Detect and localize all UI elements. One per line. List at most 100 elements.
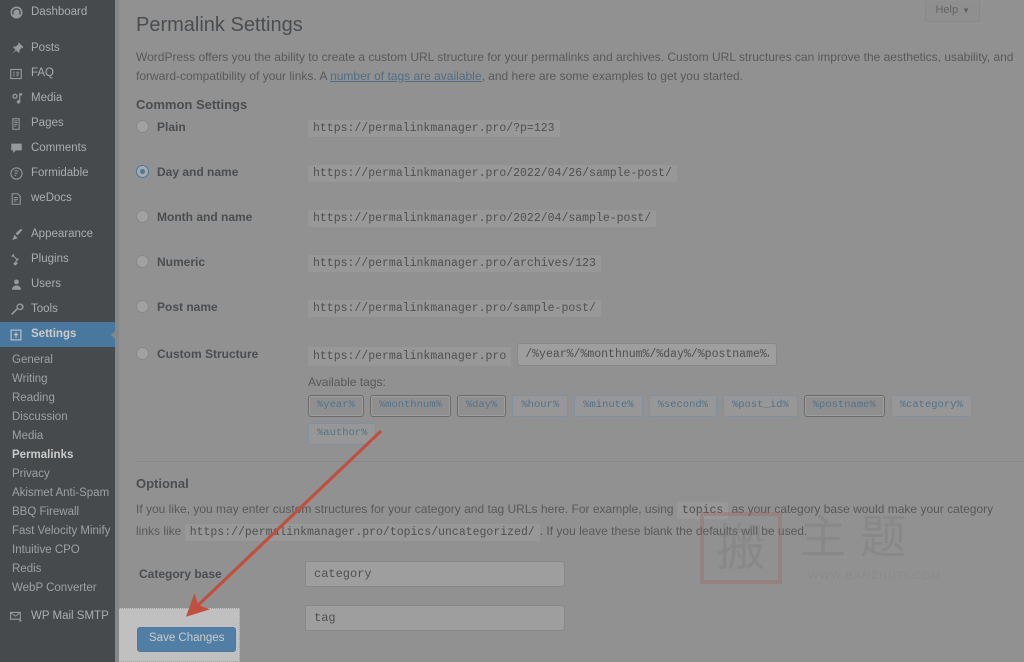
admin-sidebar: Dashboard Posts FAQ Media Pages Comments… [0, 0, 119, 662]
save-panel: Save Changes [119, 608, 240, 662]
sidebar-item-tools[interactable]: Tools [0, 297, 119, 322]
radio-month-and-name[interactable] [136, 210, 149, 224]
submenu-item-media[interactable]: Media [0, 426, 119, 445]
option-url-numeric: https://permalinkmanager.pro/archives/12… [308, 255, 601, 273]
radio-custom-structure[interactable] [136, 347, 149, 361]
sidebar-item-label: Settings [31, 327, 77, 340]
sidebar-item-label: WP Mail SMTP [31, 609, 109, 622]
intro-text-part2: , and here are some examples to get you … [481, 68, 743, 83]
media-icon [7, 91, 25, 107]
radio-plain[interactable] [136, 120, 149, 134]
optional-code-topics: topics [676, 502, 729, 520]
tag-button-monthnum[interactable]: %monthnum% [369, 395, 451, 418]
table-row[interactable]: Day and name https://permalinkmanager.pr… [136, 163, 1024, 208]
plugin-icon [7, 252, 25, 268]
sidebar-item-users[interactable]: Users [0, 272, 119, 297]
option-label-post-name: Post name [157, 300, 218, 315]
sidebar-item-label: weDocs [31, 191, 72, 204]
radio-post-name[interactable] [136, 300, 149, 314]
category-base-input[interactable] [305, 560, 565, 587]
submenu-item-webp-converter[interactable]: WebP Converter [0, 578, 119, 597]
table-row[interactable]: Numeric https://permalinkmanager.pro/arc… [136, 253, 1024, 298]
submenu-item-reading[interactable]: Reading [0, 388, 119, 407]
tag-button-hour[interactable]: %hour% [512, 395, 569, 418]
chevron-down-icon: ▼ [962, 6, 970, 15]
tag-button-minute[interactable]: %minute% [574, 395, 643, 418]
submenu-item-writing[interactable]: Writing [0, 369, 119, 388]
sidebar-item-dashboard[interactable]: Dashboard [0, 0, 119, 25]
tag-button-second[interactable]: %second% [648, 395, 717, 418]
submenu-item-redis[interactable]: Redis [0, 559, 119, 578]
optional-heading: Optional [136, 476, 189, 492]
sidebar-item-label: Pages [31, 116, 64, 129]
comments-icon [7, 141, 25, 157]
sidebar-separator [0, 211, 119, 222]
radio-numeric[interactable] [136, 255, 149, 269]
sidebar-item-wp-mail-smtp[interactable]: WP Mail SMTP [0, 604, 119, 629]
settings-submenu: General Writing Reading Discussion Media… [0, 347, 119, 601]
dashboard-icon [7, 5, 25, 21]
sidebar-item-posts[interactable]: Posts [0, 36, 119, 61]
sidebar-item-label: Formidable [31, 166, 89, 179]
tag-button-category[interactable]: %category% [890, 395, 972, 418]
sidebar-item-label: Comments [31, 141, 87, 154]
sidebar-item-media[interactable]: Media [0, 86, 119, 111]
sidebar-edge [115, 0, 119, 662]
help-button[interactable]: Help ▼ [925, 1, 980, 22]
submenu-item-akismet[interactable]: Akismet Anti-Spam [0, 483, 119, 502]
sidebar-item-comments[interactable]: Comments [0, 136, 119, 161]
tag-button-post-id[interactable]: %post_id% [723, 395, 798, 418]
sidebar-item-faq[interactable]: FAQ [0, 61, 119, 86]
sidebar-item-formidable[interactable]: Formidable [0, 161, 119, 186]
sidebar-item-pages[interactable]: Pages [0, 111, 119, 136]
section-divider [136, 461, 1024, 463]
wrench-icon [7, 302, 25, 318]
sidebar-item-label: Posts [31, 41, 60, 54]
common-settings-heading: Common Settings [136, 97, 248, 113]
available-tags-label: Available tags: [308, 375, 386, 390]
sidebar-separator [0, 25, 119, 36]
custom-structure-input[interactable] [517, 343, 778, 367]
tag-button-day[interactable]: %day% [456, 395, 507, 418]
sidebar-item-label: Plugins [31, 252, 69, 265]
intro-paragraph: WordPress offers you the ability to crea… [136, 48, 1016, 85]
sidebar-item-plugins[interactable]: Plugins [0, 247, 119, 272]
option-label-plain: Plain [157, 120, 186, 135]
pin-icon [7, 41, 25, 57]
tag-button-year[interactable]: %year% [308, 395, 364, 418]
custom-structure-prefix: https://permalinkmanager.pro [308, 346, 512, 366]
submenu-item-privacy[interactable]: Privacy [0, 464, 119, 483]
permalink-options-table: Plain https://permalinkmanager.pro/?p=12… [136, 118, 1024, 446]
optional-desc-part3: . If you leave these blank the defaults … [539, 523, 808, 538]
submenu-item-fast-velocity-minify[interactable]: Fast Velocity Minify [0, 521, 119, 540]
category-base-label: Category base [139, 566, 222, 581]
sidebar-item-label: Dashboard [31, 5, 88, 18]
radio-day-and-name[interactable] [136, 165, 149, 179]
optional-description: If you like, you may enter custom struct… [136, 499, 1016, 542]
table-row[interactable]: Post name https://permalinkmanager.pro/s… [136, 298, 1024, 343]
table-row[interactable]: Plain https://permalinkmanager.pro/?p=12… [136, 118, 1024, 163]
submenu-item-bbq-firewall[interactable]: BBQ Firewall [0, 502, 119, 521]
sidebar-item-label: Users [31, 277, 62, 290]
sidebar-item-wedocs[interactable]: weDocs [0, 186, 119, 211]
available-tags-link[interactable]: number of tags are available [330, 69, 481, 83]
main-content: Help ▼ Permalink Settings WordPress offer… [123, 0, 1024, 662]
sidebar-item-settings[interactable]: Settings [0, 322, 119, 347]
save-changes-button[interactable]: Save Changes [137, 627, 237, 652]
table-row[interactable]: Month and name https://permalinkmanager.… [136, 208, 1024, 253]
faq-icon [7, 66, 25, 82]
table-row-custom-structure[interactable]: Custom Structure https://permalinkmanage… [136, 343, 1024, 446]
submenu-item-permalinks[interactable]: Permalinks [0, 445, 119, 464]
submenu-item-discussion[interactable]: Discussion [0, 407, 119, 426]
submenu-item-intuitive-cpo[interactable]: Intuitive CPO [0, 540, 119, 559]
tag-base-input[interactable] [305, 604, 565, 631]
submenu-item-general[interactable]: General [0, 350, 119, 369]
sidebar-item-appearance[interactable]: Appearance [0, 222, 119, 247]
sidebar-item-label: Appearance [31, 227, 94, 240]
settings-icon [7, 327, 25, 343]
page-title: Permalink Settings [136, 14, 303, 36]
tag-button-postname[interactable]: %postname% [803, 395, 885, 418]
mail-icon [7, 609, 25, 625]
tag-button-author[interactable]: %author% [308, 423, 377, 446]
brush-icon [7, 227, 25, 243]
